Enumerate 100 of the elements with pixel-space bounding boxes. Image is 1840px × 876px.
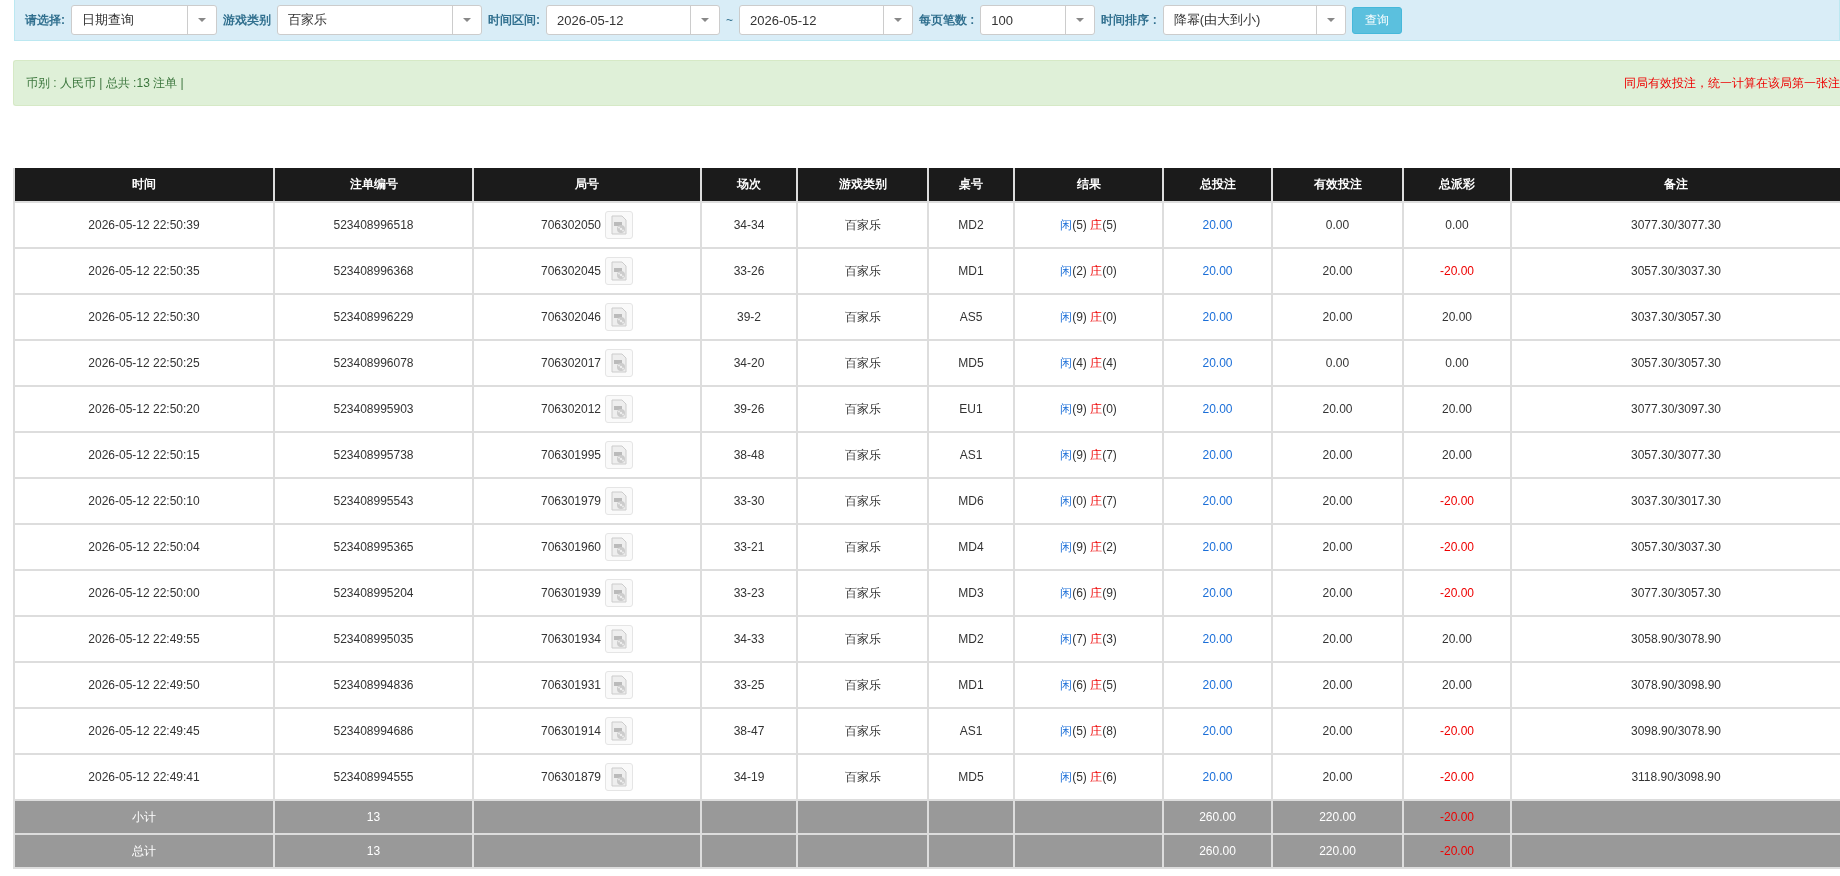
table-cell: 260.00 (1163, 800, 1272, 834)
table-cell: 2026-05-12 22:50:10 (14, 478, 274, 524)
video-file-icon[interactable] (605, 487, 634, 515)
table-cell: 20.00 (1272, 478, 1403, 524)
table-cell: 20.00 (1403, 616, 1511, 662)
table-cell: 523408996229 (274, 294, 473, 340)
video-file-icon[interactable] (605, 671, 634, 699)
table-cell: -20.00 (1403, 524, 1511, 570)
filter-label: 每页笔数 : (919, 11, 975, 29)
table-cell: 523408995035 (274, 616, 473, 662)
result-cell: 闲(4) 庄(4) (1014, 340, 1163, 386)
table-cell: 20.00 (1272, 524, 1403, 570)
table-cell: 706301914 (540, 724, 602, 738)
table-cell: 20.00 (1163, 708, 1272, 754)
table-cell: 20.00 (1163, 524, 1272, 570)
table-cell: MD1 (928, 248, 1014, 294)
video-file-icon[interactable] (605, 625, 634, 653)
column-header: 时间 (14, 168, 274, 202)
table-cell: 33-23 (701, 570, 797, 616)
range-separator: ~ (726, 13, 733, 27)
table-cell: EU1 (928, 386, 1014, 432)
table-cell: 13 (274, 834, 473, 868)
table-cell: AS1 (928, 432, 1014, 478)
video-file-icon[interactable] (605, 533, 634, 561)
table-cell: 20.00 (1272, 294, 1403, 340)
table-cell: MD2 (928, 202, 1014, 248)
table-cell: 20.00 (1272, 432, 1403, 478)
table-cell: 20.00 (1403, 294, 1511, 340)
column-header: 总派彩 (1403, 168, 1511, 202)
table-cell: 706301879 (540, 770, 602, 784)
select-field[interactable]: 日期查询 (71, 5, 217, 35)
table-cell: 20.00 (1272, 662, 1403, 708)
table-cell: 20.00 (1272, 570, 1403, 616)
column-header: 局号 (473, 168, 701, 202)
filter-label: 请选择: (25, 11, 65, 29)
column-header: 备注 (1511, 168, 1840, 202)
table-cell: 34-33 (701, 616, 797, 662)
table-cell: 百家乐 (797, 524, 928, 570)
table-cell: 百家乐 (797, 708, 928, 754)
table-cell: 33-26 (701, 248, 797, 294)
summary-text: 币别 : 人民币 | 总共 :13 注单 | (26, 74, 184, 92)
table-cell: MD5 (928, 340, 1014, 386)
select-field[interactable]: 2026-05-12 (546, 5, 720, 35)
video-file-icon[interactable] (605, 303, 634, 331)
video-file-icon[interactable] (605, 763, 634, 791)
video-file-icon[interactable] (605, 211, 634, 239)
table-cell: 523408995204 (274, 570, 473, 616)
table-cell: 220.00 (1272, 834, 1403, 868)
table-cell: 523408996078 (274, 340, 473, 386)
table-cell: 20.00 (1163, 386, 1272, 432)
table-cell: 20.00 (1403, 432, 1511, 478)
table-cell: 百家乐 (797, 432, 928, 478)
result-cell: 闲(9) 庄(0) (1014, 294, 1163, 340)
video-file-icon[interactable] (605, 579, 634, 607)
result-cell: 闲(5) 庄(5) (1014, 202, 1163, 248)
video-file-icon[interactable] (605, 395, 634, 423)
table-cell: -20.00 (1403, 478, 1511, 524)
table-cell: 706301995 (540, 448, 602, 462)
table-cell: MD1 (928, 662, 1014, 708)
table-cell: 20.00 (1163, 616, 1272, 662)
table-cell: 2026-05-12 22:49:55 (14, 616, 274, 662)
select-field[interactable]: 2026-05-12 (739, 5, 913, 35)
table-cell: -20.00 (1403, 248, 1511, 294)
table-cell: 20.00 (1163, 478, 1272, 524)
table-cell: 百家乐 (797, 616, 928, 662)
table-cell: 39-2 (701, 294, 797, 340)
select-field[interactable]: 降幂(由大到小) (1162, 5, 1346, 35)
table-cell: -20.00 (1403, 708, 1511, 754)
table-cell: 20.00 (1163, 432, 1272, 478)
video-file-icon[interactable] (605, 257, 634, 285)
column-header: 结果 (1014, 168, 1163, 202)
table-cell: 706301931 (540, 678, 602, 692)
table-cell: 20.00 (1163, 662, 1272, 708)
table-cell: 39-26 (701, 386, 797, 432)
table-cell: 523408994686 (274, 708, 473, 754)
table-cell: 2026-05-12 22:50:00 (14, 570, 274, 616)
table-cell: 小计 (14, 800, 274, 834)
table-cell: 2026-05-12 22:49:50 (14, 662, 274, 708)
column-header: 有效投注 (1272, 168, 1403, 202)
video-file-icon[interactable] (605, 441, 634, 469)
video-file-icon[interactable] (605, 717, 634, 745)
table-cell: MD4 (928, 524, 1014, 570)
table-cell: 706302012 (540, 402, 602, 416)
table-cell: 百家乐 (797, 570, 928, 616)
result-cell: 闲(6) 庄(5) (1014, 662, 1163, 708)
table-cell: 38-48 (701, 432, 797, 478)
result-cell: 闲(0) 庄(7) (1014, 478, 1163, 524)
table-cell: 20.00 (1403, 662, 1511, 708)
table-cell: 38-47 (701, 708, 797, 754)
table-cell: 2026-05-12 22:50:20 (14, 386, 274, 432)
result-cell: 闲(9) 庄(0) (1014, 386, 1163, 432)
select-field[interactable]: 100 (980, 5, 1096, 35)
table-cell: 百家乐 (797, 478, 928, 524)
table-cell: 20.00 (1163, 570, 1272, 616)
table-cell: 706302046 (540, 310, 602, 324)
select-field[interactable]: 百家乐 (277, 5, 482, 35)
table-cell: 0.00 (1272, 202, 1403, 248)
video-file-icon[interactable] (605, 349, 634, 377)
table-cell: -20.00 (1403, 570, 1511, 616)
table-cell: 220.00 (1272, 800, 1403, 834)
